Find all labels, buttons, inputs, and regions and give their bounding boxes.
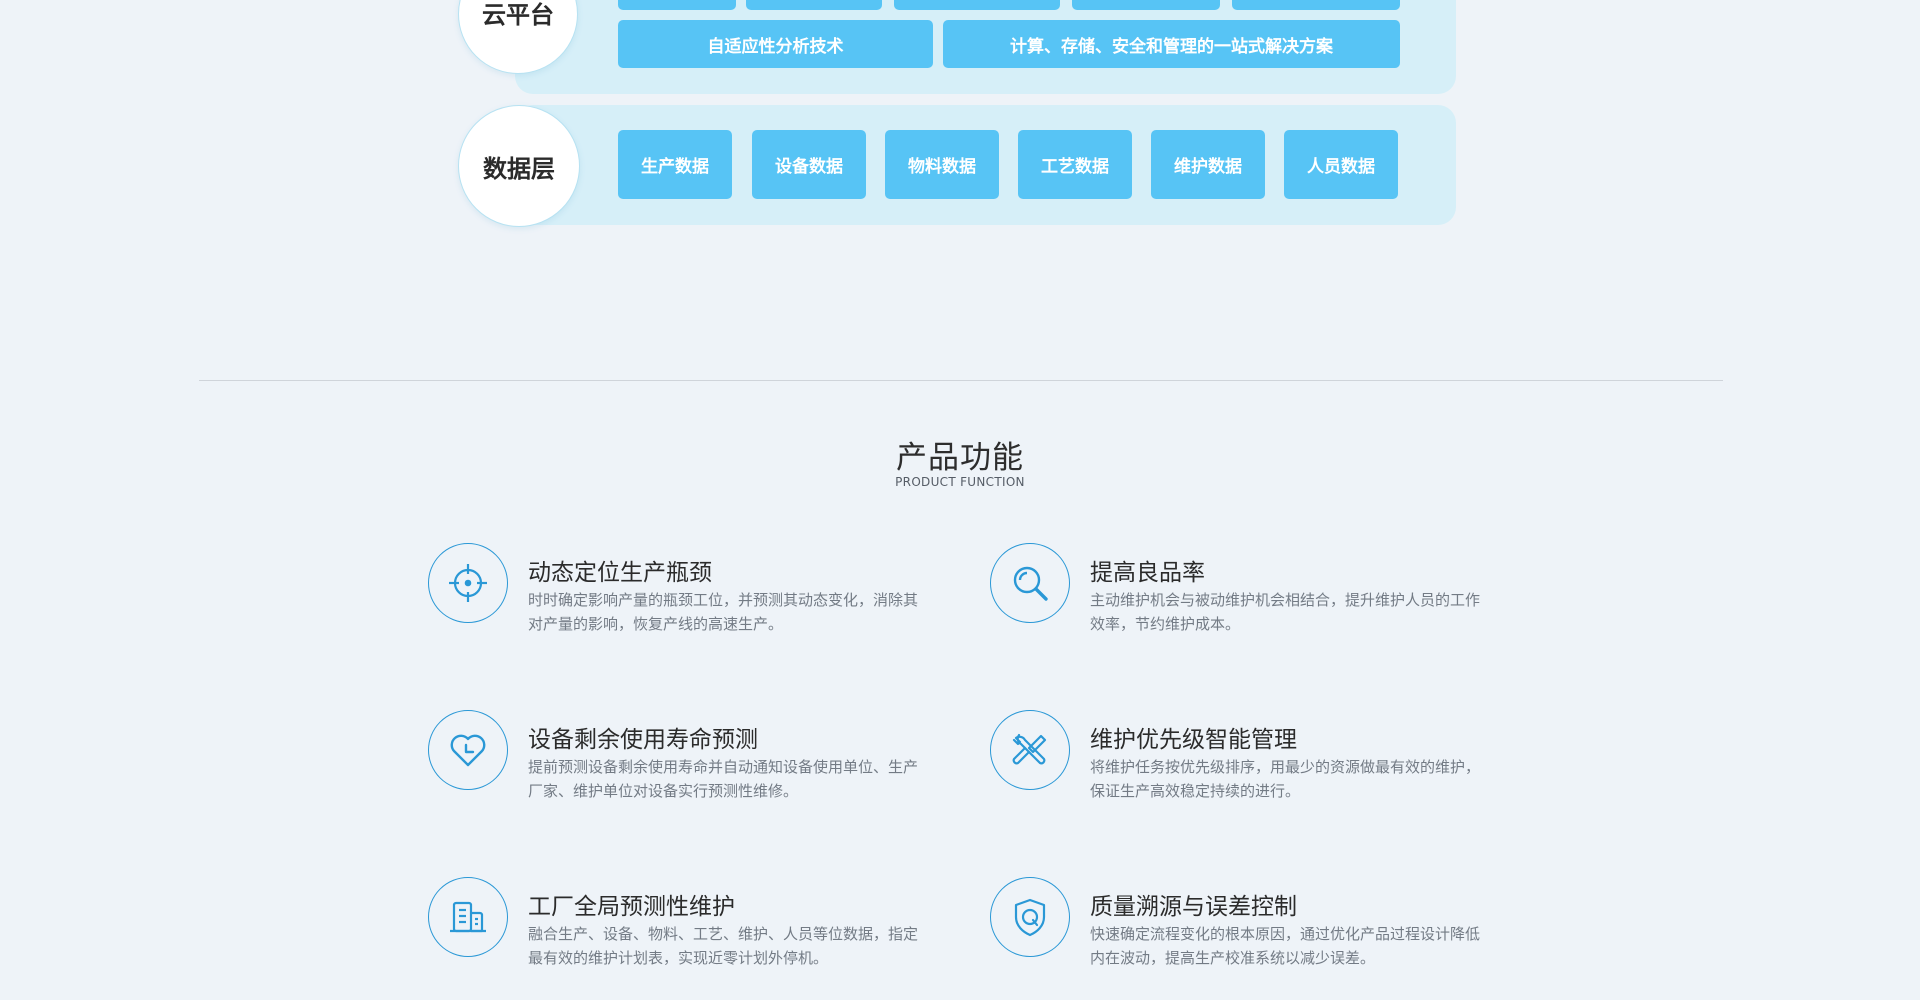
data-chip-personnel: 人员数据 (1284, 130, 1398, 199)
factory-icon (428, 877, 508, 957)
section-title: 产品功能 (896, 440, 1024, 476)
cloud-chip (618, 0, 736, 10)
data-chip-equipment: 设备数据 (752, 130, 866, 199)
feature-item: 维护优先级智能管理 将维护任务按优先级排序，用最少的资源做最有效的维护，保证生产… (990, 710, 1510, 820)
feature-item: 工厂全局预测性维护 融合生产、设备、物料、工艺、维护、人员等位数据，指定最有效的… (428, 877, 948, 987)
data-chip-material: 物料数据 (885, 130, 999, 199)
feature-title: 质量溯源与误差控制 (1090, 894, 1297, 920)
tools-icon (990, 710, 1070, 790)
cloud-chip-one-stop-solution: 计算、存储、安全和管理的一站式解决方案 (943, 20, 1400, 68)
feature-title: 动态定位生产瓶颈 (528, 560, 712, 586)
data-chip-maintenance: 维护数据 (1151, 130, 1265, 199)
feature-description: 时时确定影响产量的瓶颈工位，并预测其动态变化，消除其对产量的影响，恢复产线的高速… (528, 591, 919, 633)
feature-description: 提前预测设备剩余使用寿命并自动通知设备使用单位、生产厂家、维护单位对设备实行预测… (528, 758, 919, 800)
cloud-chip (1072, 0, 1220, 10)
shield-q-icon (990, 877, 1070, 957)
feature-item: 动态定位生产瓶颈 时时确定影响产量的瓶颈工位，并预测其动态变化，消除其对产量的影… (428, 543, 948, 653)
section-divider (199, 380, 1723, 381)
feature-description: 快速确定流程变化的根本原因，通过优化产品过程设计降低内在波动，提高生产校准系统以… (1090, 925, 1481, 967)
feature-description: 主动维护机会与被动维护机会相结合，提升维护人员的工作效率，节约维护成本。 (1090, 591, 1481, 633)
feature-description: 将维护任务按优先级排序，用最少的资源做最有效的维护，保证生产高效稳定持续的进行。 (1090, 758, 1481, 800)
data-chip-process: 工艺数据 (1018, 130, 1132, 199)
feature-item: 质量溯源与误差控制 快速确定流程变化的根本原因，通过优化产品过程设计降低内在波动… (990, 877, 1510, 987)
page: 云平台 自适应性分析技术 计算、存储、安全和管理的一站式解决方案 数据层 生产数… (0, 0, 1920, 1000)
heart-clock-icon (428, 710, 508, 790)
data-layer-label: 数据层 (458, 105, 580, 227)
crosshair-icon (428, 543, 508, 623)
feature-item: 提高良品率 主动维护机会与被动维护机会相结合，提升维护人员的工作效率，节约维护成… (990, 543, 1510, 653)
feature-title: 工厂全局预测性维护 (528, 894, 735, 920)
feature-item: 设备剩余使用寿命预测 提前预测设备剩余使用寿命并自动通知设备使用单位、生产厂家、… (428, 710, 948, 820)
feature-title: 维护优先级智能管理 (1090, 727, 1297, 753)
cloud-chip (894, 0, 1060, 10)
cloud-chip (746, 0, 882, 10)
feature-description: 融合生产、设备、物料、工艺、维护、人员等位数据，指定最有效的维护计划表，实现近零… (528, 925, 919, 967)
feature-title: 设备剩余使用寿命预测 (528, 727, 758, 753)
section-subtitle: PRODUCT FUNCTION (895, 475, 1025, 489)
data-chip-production: 生产数据 (618, 130, 732, 199)
magnifier-icon (990, 543, 1070, 623)
cloud-chip (1232, 0, 1400, 10)
cloud-chip-adaptive-analysis: 自适应性分析技术 (618, 20, 933, 68)
feature-title: 提高良品率 (1090, 560, 1205, 586)
